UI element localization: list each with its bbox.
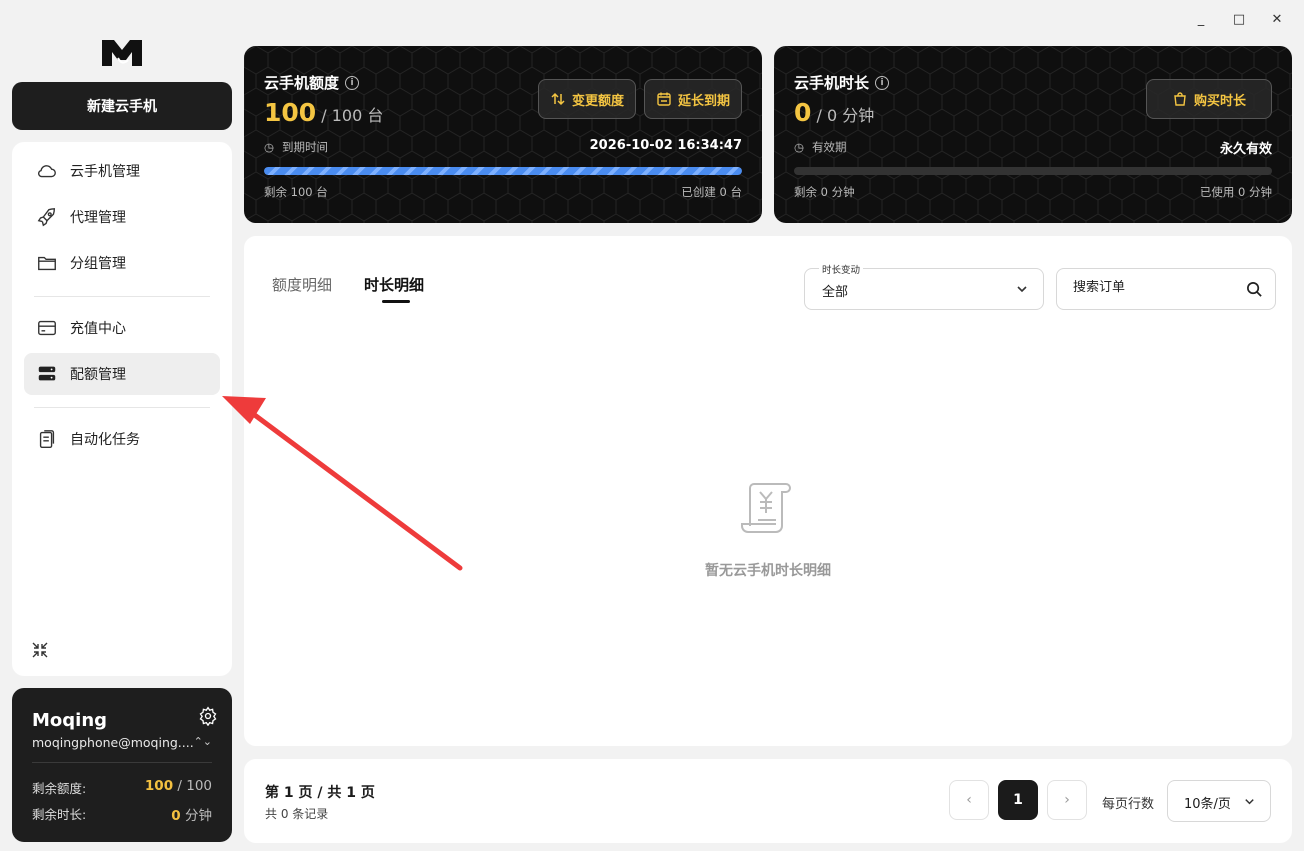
minimize-button[interactable]: _ bbox=[1184, 8, 1218, 30]
next-page-button[interactable]: › bbox=[1047, 780, 1087, 820]
rows-per-page-value: 10条/页 bbox=[1184, 797, 1231, 812]
sidebar-item-automation[interactable]: 自动化任务 bbox=[24, 418, 220, 460]
change-quota-button[interactable]: 变更额度 bbox=[538, 79, 636, 119]
chevron-down-icon bbox=[1245, 799, 1254, 805]
quota-amount: 100 / 100 台 bbox=[264, 98, 384, 127]
maximize-button[interactable]: □ bbox=[1222, 8, 1256, 30]
user-email: moqingphone@moqing.... bbox=[32, 735, 194, 750]
active-tab-indicator bbox=[382, 300, 410, 303]
record-count: 共 0 条记录 bbox=[265, 807, 329, 821]
user-card[interactable]: Moqing moqingphone@moqing.... ⌃⌄ 剩余额度: 1… bbox=[12, 688, 232, 842]
time-value: 0 分钟 bbox=[171, 808, 212, 824]
sidebar-item-cloud-phone[interactable]: 云手机管理 bbox=[24, 150, 220, 192]
new-cloud-phone-button[interactable]: 新建云手机 bbox=[12, 82, 232, 130]
search-icon[interactable] bbox=[1246, 281, 1263, 298]
quota-card-title: 云手机额度 i bbox=[264, 72, 360, 93]
clock-icon: ◷ bbox=[264, 140, 275, 154]
user-quota-row: 剩余额度: 100 / 100 bbox=[32, 778, 212, 797]
rocket-icon bbox=[37, 208, 56, 227]
quota-card: 云手机额度 i 100 / 100 台 变更额度 延长到期 ◷ 到期时间 2026-… bbox=[244, 46, 762, 223]
sidebar-item-label: 自动化任务 bbox=[70, 432, 140, 448]
time-change-select[interactable]: 时长变动 全部 bbox=[804, 262, 1044, 310]
clock-icon: ◷ bbox=[794, 140, 805, 154]
pagination-bar: 第 1 页 / 共 1 页 共 0 条记录 ‹ 1 › 每页行数 10条/页 bbox=[244, 759, 1292, 843]
valid-label: ◷ 有效期 bbox=[794, 140, 847, 154]
time-label: 剩余时长: bbox=[32, 807, 87, 822]
select-label: 时长变动 bbox=[819, 262, 864, 276]
window-controls: _ □ ✕ bbox=[1184, 8, 1294, 30]
prev-page-button[interactable]: ‹ bbox=[949, 780, 989, 820]
clipboard-icon bbox=[39, 430, 55, 448]
nav-divider bbox=[34, 407, 210, 408]
expire-value: 2026-10-02 16:34:47 bbox=[589, 138, 742, 153]
page-info: 第 1 页 / 共 1 页 bbox=[265, 785, 375, 801]
select-value: 全部 bbox=[822, 285, 849, 300]
shopping-bag-icon bbox=[1174, 92, 1186, 106]
empty-receipt-icon bbox=[741, 483, 791, 533]
sidebar-item-label: 云手机管理 bbox=[70, 164, 140, 180]
expire-label: ◷ 到期时间 bbox=[264, 140, 329, 154]
time-card-title: 云手机时长 i bbox=[794, 72, 890, 93]
folder-icon bbox=[38, 256, 56, 271]
collapse-icon[interactable] bbox=[30, 640, 50, 660]
card-icon bbox=[38, 320, 56, 336]
time-amount: 0 / 0 分钟 bbox=[794, 98, 875, 127]
main-panel: 额度明细 时长明细 时长变动 全部 暂无云手机时长明细 bbox=[244, 236, 1292, 746]
sidebar-item-label: 充值中心 bbox=[70, 321, 126, 337]
nav-divider bbox=[34, 296, 210, 297]
quota-progress-bar bbox=[264, 167, 742, 175]
user-divider bbox=[32, 762, 212, 763]
sidebar-item-label: 分组管理 bbox=[70, 256, 126, 272]
server-icon bbox=[38, 366, 56, 381]
rows-per-page-label: 每页行数 bbox=[1102, 797, 1155, 812]
info-icon[interactable]: i bbox=[345, 75, 360, 90]
empty-state-text: 暂无云手机时长明细 bbox=[705, 563, 831, 579]
sidebar-item-group[interactable]: 分组管理 bbox=[24, 242, 220, 284]
quota-label: 剩余额度: bbox=[32, 781, 87, 796]
quota-value: 100 / 100 bbox=[144, 778, 212, 794]
close-button[interactable]: ✕ bbox=[1260, 8, 1294, 30]
swap-icon bbox=[551, 92, 565, 106]
buy-time-button[interactable]: 购买时长 bbox=[1146, 79, 1272, 119]
search-box[interactable] bbox=[1056, 268, 1276, 310]
sidebar-nav: 云手机管理 代理管理 分组管理 充值中心 配额管理 自动化任务 bbox=[12, 142, 232, 676]
page-button-current[interactable]: 1 bbox=[998, 780, 1038, 820]
time-card: 云手机时长 i 0 / 0 分钟 购买时长 ◷ 有效期 永久有效 剩余 0 分钟 已… bbox=[774, 46, 1292, 223]
quota-created: 已创建 0 台 bbox=[681, 185, 742, 199]
app-logo bbox=[102, 40, 142, 66]
sidebar-item-proxy[interactable]: 代理管理 bbox=[24, 196, 220, 238]
sidebar-item-quota[interactable]: 配额管理 bbox=[24, 353, 220, 395]
quota-remain: 剩余 100 台 bbox=[264, 185, 328, 199]
gear-icon[interactable] bbox=[198, 706, 218, 726]
time-progress-bar bbox=[794, 167, 1272, 175]
user-name: Moqing bbox=[32, 710, 108, 731]
rows-per-page-select[interactable]: 10条/页 bbox=[1167, 780, 1271, 822]
quota-progress-fill bbox=[264, 167, 742, 175]
valid-value: 永久有效 bbox=[1219, 142, 1272, 157]
chevron-updown-icon[interactable]: ⌃⌄ bbox=[194, 735, 212, 748]
chevron-down-icon bbox=[1017, 286, 1027, 293]
tab-quota-detail[interactable]: 额度明细 bbox=[272, 274, 332, 295]
time-remain: 剩余 0 分钟 bbox=[794, 185, 855, 199]
time-used: 已使用 0 分钟 bbox=[1199, 185, 1272, 199]
extend-expiry-button[interactable]: 延长到期 bbox=[644, 79, 742, 119]
tab-time-detail[interactable]: 时长明细 bbox=[364, 274, 424, 295]
sidebar-item-label: 代理管理 bbox=[70, 210, 126, 226]
sidebar-item-recharge[interactable]: 充值中心 bbox=[24, 307, 220, 349]
info-icon[interactable]: i bbox=[875, 75, 890, 90]
calendar-icon bbox=[657, 92, 671, 106]
user-time-row: 剩余时长: 0 分钟 bbox=[32, 804, 212, 824]
search-input[interactable] bbox=[1073, 280, 1233, 295]
sidebar-item-label: 配额管理 bbox=[70, 367, 126, 383]
cloud-icon bbox=[38, 165, 56, 178]
